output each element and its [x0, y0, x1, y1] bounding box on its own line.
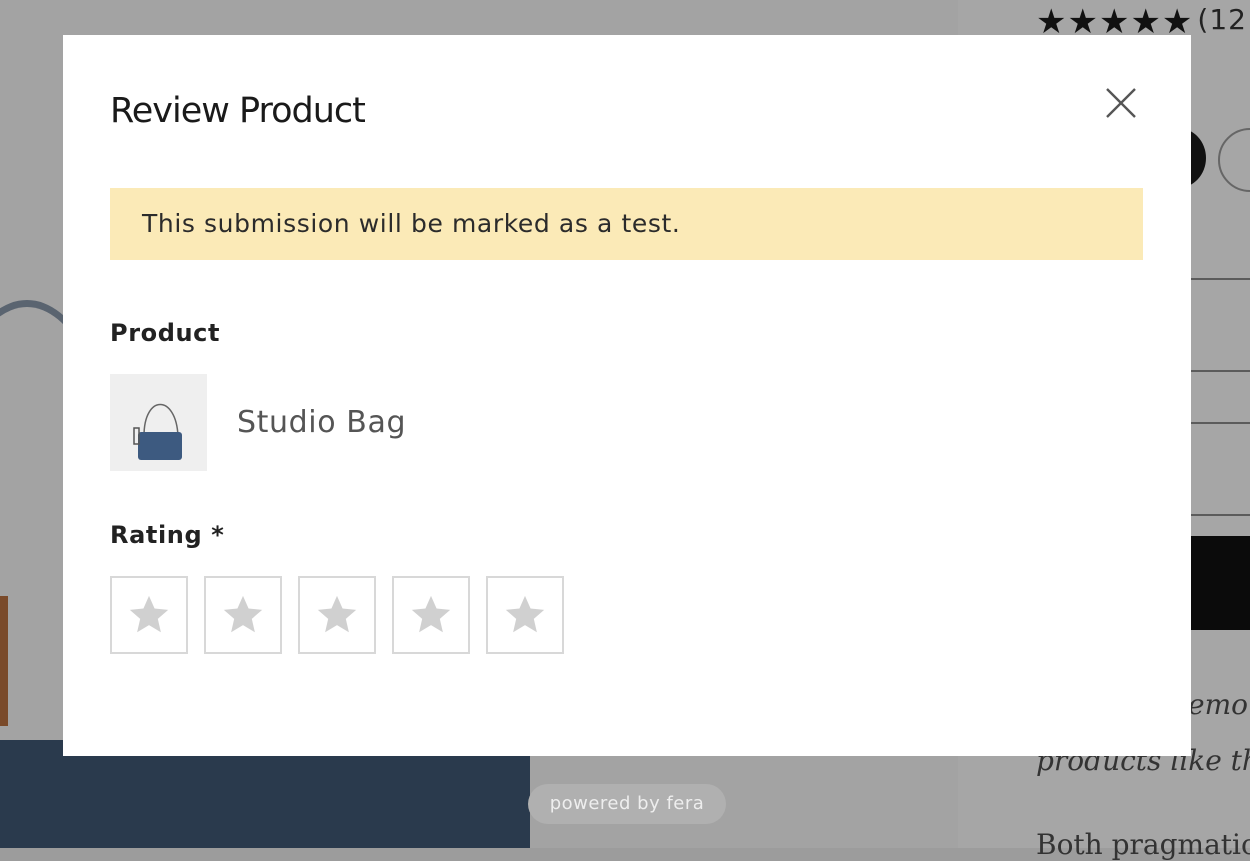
- star-icon: [317, 595, 357, 633]
- star-icon: [411, 595, 451, 633]
- close-button[interactable]: [1101, 83, 1141, 123]
- divider: [1188, 422, 1250, 424]
- star-icon: [223, 595, 263, 633]
- review-modal: Review Product This submission will be m…: [63, 35, 1191, 756]
- background-review-count: (12: [1197, 3, 1247, 36]
- product-label: Product: [110, 319, 221, 347]
- rating-input: [110, 576, 564, 654]
- background-text-line: emor: [1188, 688, 1250, 721]
- modal-title: Review Product: [110, 91, 366, 131]
- rating-label: Rating *: [110, 521, 225, 549]
- add-to-cart-button[interactable]: [1188, 536, 1250, 630]
- powered-by-badge[interactable]: powered by fera: [528, 784, 726, 824]
- rating-star-2[interactable]: [204, 576, 282, 654]
- bag-thumbnail-icon: [133, 403, 182, 460]
- divider: [1188, 514, 1250, 516]
- test-submission-notice: This submission will be marked as a test…: [110, 188, 1143, 260]
- rating-star-3[interactable]: [298, 576, 376, 654]
- product-item: Studio Bag: [110, 373, 406, 471]
- rating-star-1[interactable]: [110, 576, 188, 654]
- product-thumbnail: [110, 373, 207, 471]
- rating-star-4[interactable]: [392, 576, 470, 654]
- star-icon: [505, 595, 545, 633]
- divider: [1188, 370, 1250, 372]
- product-name: Studio Bag: [237, 404, 407, 440]
- bag-body-image: [0, 740, 530, 848]
- close-icon: [1106, 88, 1136, 118]
- leather-tab-image: [0, 596, 8, 726]
- star-icon: [129, 595, 169, 633]
- rating-star-5[interactable]: [486, 576, 564, 654]
- divider: [1188, 278, 1250, 280]
- background-text-line: Both pragmatic: [1036, 828, 1250, 861]
